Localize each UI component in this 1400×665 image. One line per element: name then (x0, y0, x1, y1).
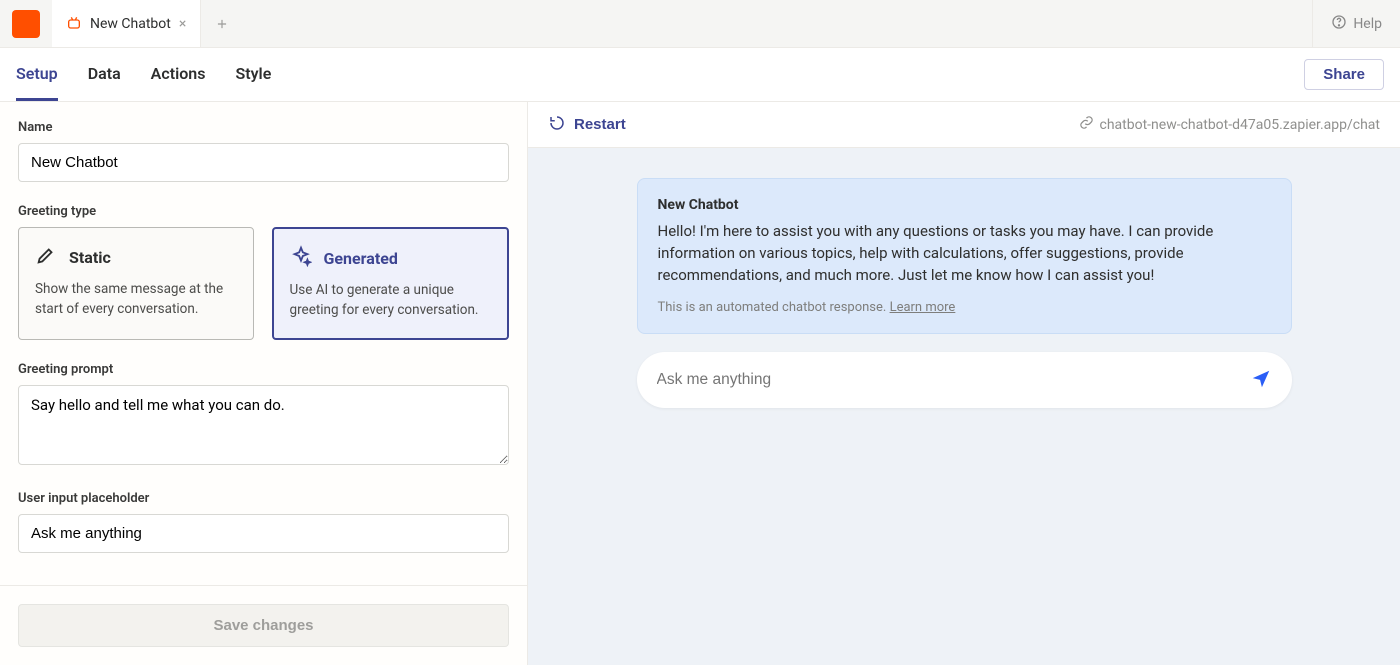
restart-icon (548, 114, 566, 136)
placeholder-label: User input placeholder (18, 491, 509, 506)
send-button[interactable] (1250, 368, 1272, 393)
chatbot-icon (66, 16, 82, 32)
bot-message: New Chatbot Hello! I'm here to assist yo… (637, 178, 1292, 334)
learn-more-link[interactable]: Learn more (890, 300, 956, 315)
automated-note: This is an automated chatbot response. (658, 300, 887, 315)
window-tab-strip: New Chatbot × Help (0, 0, 1400, 48)
generated-card-desc: Use AI to generate a unique greeting for… (290, 281, 492, 320)
link-icon (1079, 115, 1094, 134)
close-tab-icon[interactable]: × (179, 16, 186, 32)
help-label: Help (1353, 16, 1382, 32)
window-tab-active[interactable]: New Chatbot × (52, 0, 201, 47)
static-card-title: Static (69, 248, 111, 267)
placeholder-input[interactable] (18, 514, 509, 553)
chat-input[interactable] (657, 371, 1250, 389)
tab-style[interactable]: Style (235, 48, 271, 101)
help-icon (1331, 14, 1347, 34)
tab-actions[interactable]: Actions (151, 48, 206, 101)
tab-setup[interactable]: Setup (16, 48, 58, 101)
tab-data[interactable]: Data (88, 48, 121, 101)
greeting-type-label: Greeting type (18, 204, 509, 219)
window-tab-title: New Chatbot (90, 16, 171, 32)
chat-input-row (637, 352, 1292, 408)
setup-form-pane: Name Greeting type Static Show the same … (0, 102, 528, 665)
bot-message-name: New Chatbot (658, 197, 1271, 213)
restart-label: Restart (574, 116, 626, 133)
generated-card-title: Generated (324, 249, 398, 268)
greeting-prompt-textarea[interactable] (18, 385, 509, 465)
send-icon (1250, 378, 1272, 393)
greeting-type-static-card[interactable]: Static Show the same message at the star… (18, 227, 254, 340)
save-changes-button[interactable]: Save changes (18, 604, 509, 647)
help-button[interactable]: Help (1312, 0, 1400, 47)
app-logo (12, 10, 40, 38)
name-input[interactable] (18, 143, 509, 182)
bot-message-text: Hello! I'm here to assist you with any q… (658, 221, 1271, 286)
preview-pane: Restart chatbot-new-chatbot-d47a05.zapie… (528, 102, 1400, 665)
new-tab-button[interactable] (201, 0, 243, 47)
greeting-prompt-label: Greeting prompt (18, 362, 509, 377)
share-button[interactable]: Share (1304, 59, 1384, 90)
preview-url[interactable]: chatbot-new-chatbot-d47a05.zapier.app/ch… (1079, 115, 1380, 134)
restart-button[interactable]: Restart (548, 114, 626, 136)
pencil-icon (35, 244, 57, 270)
greeting-type-generated-card[interactable]: Generated Use AI to generate a unique gr… (272, 227, 510, 340)
preview-url-text: chatbot-new-chatbot-d47a05.zapier.app/ch… (1100, 117, 1380, 133)
static-card-desc: Show the same message at the start of ev… (35, 280, 237, 319)
section-tab-bar: Setup Data Actions Style Share (0, 48, 1400, 102)
name-label: Name (18, 120, 509, 135)
sparkle-icon (290, 245, 312, 271)
